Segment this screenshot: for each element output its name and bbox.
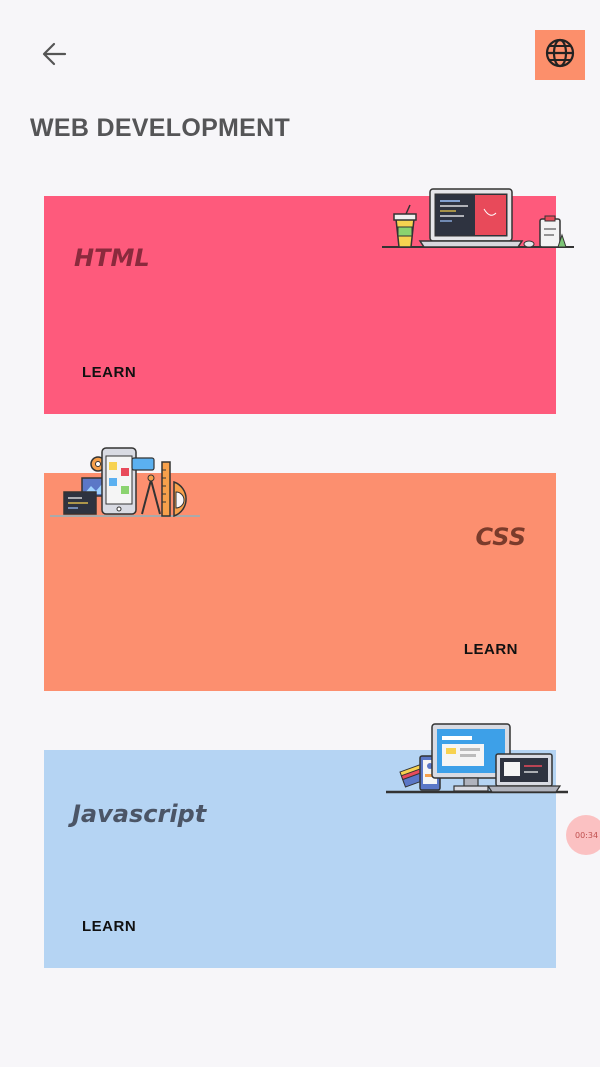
timer-text: 00:34 (575, 830, 599, 840)
mobile-design-tools-icon (48, 444, 202, 525)
page-title: WEB DEVELOPMENT (30, 114, 291, 142)
card-title: Javascript (72, 800, 207, 828)
desktop-devices-icon (384, 720, 570, 801)
language-button[interactable] (535, 30, 585, 80)
globe-icon (544, 37, 576, 74)
arrow-left-icon (40, 40, 68, 73)
learn-button-javascript[interactable]: LEARN (82, 918, 136, 935)
learn-button-html[interactable]: LEARN (82, 364, 136, 381)
card-title: CSS (475, 523, 526, 551)
laptop-desk-icon (380, 185, 576, 256)
learn-button-css[interactable]: LEARN (464, 641, 518, 658)
back-button[interactable] (36, 38, 72, 74)
card-title: HTML (74, 244, 150, 272)
timer-bubble[interactable]: 00:34 (566, 815, 600, 855)
